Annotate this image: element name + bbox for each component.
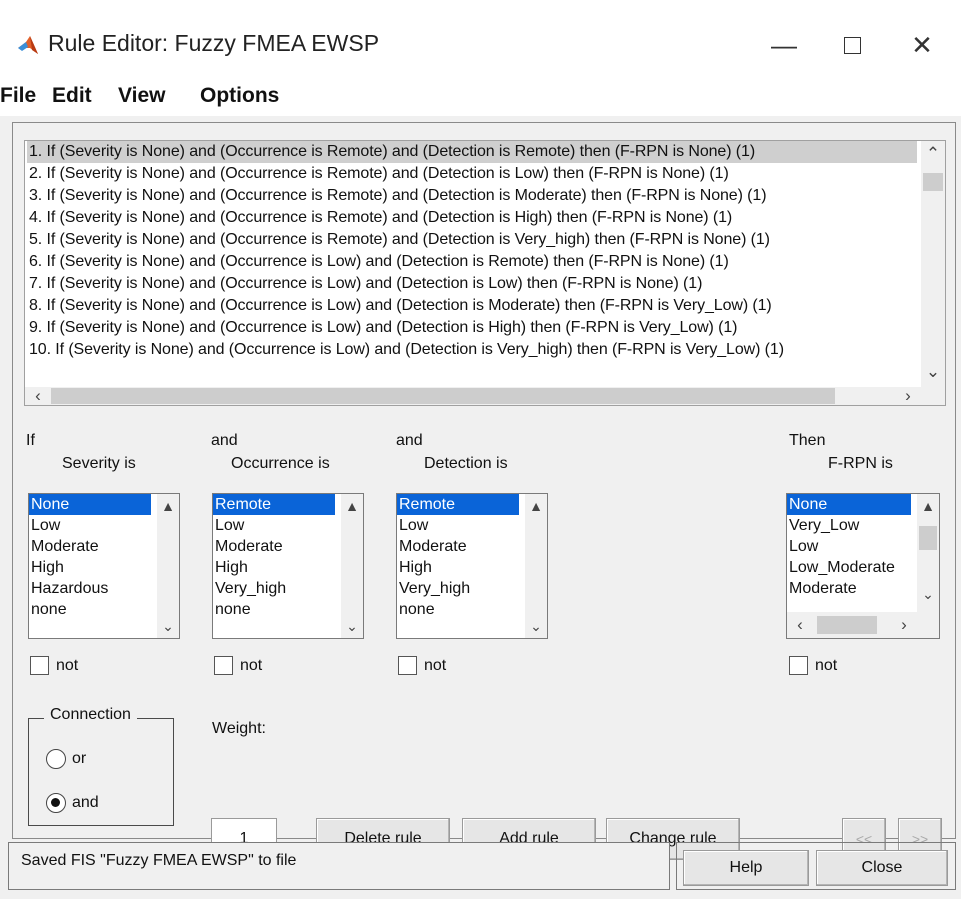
rules-vertical-thumb[interactable] <box>923 173 943 191</box>
rule-item[interactable]: 9. If (Severity is None) and (Occurrence… <box>27 317 917 339</box>
list-item[interactable]: None <box>787 494 911 515</box>
rule-item[interactable]: 5. If (Severity is None) and (Occurrence… <box>27 229 917 251</box>
connection-title: Connection <box>44 706 137 724</box>
scroll-left-icon[interactable]: ‹ <box>789 616 811 634</box>
frpn-horizontal-scrollbar[interactable]: ‹ › <box>787 612 939 638</box>
frpn-label: F-RPN is <box>828 455 893 472</box>
severity-not-checkbox[interactable] <box>30 656 49 675</box>
scroll-right-icon[interactable]: › <box>893 616 915 634</box>
detection-scrollbar[interactable]: ▲ ⌄ <box>525 494 547 638</box>
or-label: or <box>72 750 87 767</box>
list-item[interactable]: None <box>29 494 151 515</box>
severity-label: Severity is <box>62 455 136 472</box>
rules-vertical-scrollbar[interactable]: ⌃ ⌄ <box>921 141 945 387</box>
matlab-icon <box>18 36 38 54</box>
rule-item[interactable]: 10. If (Severity is None) and (Occurrenc… <box>27 339 917 361</box>
scroll-left-icon[interactable]: ‹ <box>27 387 49 405</box>
occurrence-scrollbar[interactable]: ▲ ⌄ <box>341 494 363 638</box>
rule-item[interactable]: 8. If (Severity is None) and (Occurrence… <box>27 295 917 317</box>
frpn-not-checkbox[interactable] <box>789 656 808 675</box>
occurrence-not-label: not <box>240 657 263 674</box>
and-label: and <box>396 432 423 449</box>
menu-view[interactable]: View <box>118 84 165 108</box>
detection-label: Detection is <box>424 455 508 472</box>
and-label: and <box>211 432 238 449</box>
frpn-not-label: not <box>815 657 838 674</box>
weight-label: Weight: <box>212 720 266 737</box>
rules-horizontal-scrollbar[interactable]: ‹ › <box>25 387 945 405</box>
and-radio-label: and <box>72 794 99 811</box>
frpn-listbox[interactable]: None Very_Low Low Low_Moderate Moderate … <box>786 493 940 639</box>
rule-item[interactable]: 1. If (Severity is None) and (Occurrence… <box>27 141 917 163</box>
scroll-right-icon[interactable]: › <box>897 387 919 405</box>
maximize-icon <box>843 36 861 54</box>
frpn-horizontal-thumb[interactable] <box>817 616 877 634</box>
scroll-up-icon[interactable]: ⌃ <box>922 145 944 163</box>
and-radio[interactable] <box>46 793 66 813</box>
rule-item[interactable]: 4. If (Severity is None) and (Occurrence… <box>27 207 917 229</box>
detection-not-label: not <box>424 657 447 674</box>
or-radio[interactable] <box>46 749 66 769</box>
occurrence-label: Occurrence is <box>231 455 330 472</box>
chevron-up-icon[interactable]: ▲ <box>158 498 178 514</box>
list-item[interactable]: Remote <box>213 494 335 515</box>
menu-file[interactable]: File <box>0 84 36 108</box>
menu-edit[interactable]: Edit <box>52 84 92 108</box>
detection-listbox[interactable]: Remote Low Moderate High Very_high none … <box>396 493 548 639</box>
occurrence-listbox[interactable]: Remote Low Moderate High Very_high none … <box>212 493 364 639</box>
rule-item[interactable]: 2. If (Severity is None) and (Occurrence… <box>27 163 917 185</box>
chevron-down-icon[interactable]: ⌄ <box>918 586 938 603</box>
close-button[interactable]: Close <box>816 850 948 886</box>
chevron-down-icon[interactable]: ⌄ <box>158 618 178 635</box>
maximize-button[interactable] <box>820 20 884 70</box>
rule-item[interactable]: 7. If (Severity is None) and (Occurrence… <box>27 273 917 295</box>
occurrence-not-checkbox[interactable] <box>214 656 233 675</box>
if-label: If <box>26 432 35 449</box>
window-title: Rule Editor: Fuzzy FMEA EWSP <box>48 30 380 56</box>
rule-item[interactable]: 6. If (Severity is None) and (Occurrence… <box>27 251 917 273</box>
chevron-down-icon[interactable]: ⌄ <box>526 618 546 635</box>
scroll-down-icon[interactable]: ⌄ <box>922 363 944 381</box>
radio-selected-dot <box>51 798 60 807</box>
severity-not-label: not <box>56 657 79 674</box>
help-button[interactable]: Help <box>683 850 809 886</box>
minimize-button[interactable]: — <box>752 20 816 70</box>
menu-options[interactable]: Options <box>200 84 279 108</box>
close-window-button[interactable]: ✕ <box>890 20 954 70</box>
rules-lines: 1. If (Severity is None) and (Occurrence… <box>27 141 917 387</box>
list-item[interactable]: Remote <box>397 494 519 515</box>
chevron-up-icon[interactable]: ▲ <box>342 498 362 514</box>
then-label: Then <box>789 432 826 449</box>
rules-horizontal-thumb[interactable] <box>51 388 835 404</box>
frpn-vertical-thumb[interactable] <box>919 526 937 550</box>
chevron-up-icon[interactable]: ▲ <box>918 498 938 514</box>
frpn-scrollbar[interactable]: ▲ ⌄ <box>917 494 939 612</box>
chevron-up-icon[interactable]: ▲ <box>526 498 546 514</box>
rule-item[interactable]: 3. If (Severity is None) and (Occurrence… <box>27 185 917 207</box>
severity-scrollbar[interactable]: ▲ ⌄ <box>157 494 179 638</box>
menu-bar: File Edit View Options <box>0 80 961 116</box>
status-text: Saved FIS "Fuzzy FMEA EWSP" to file <box>8 842 670 890</box>
chevron-down-icon[interactable]: ⌄ <box>342 618 362 635</box>
rules-listbox[interactable]: 1. If (Severity is None) and (Occurrence… <box>24 140 946 406</box>
severity-listbox[interactable]: None Low Moderate High Hazardous none ▲ … <box>28 493 180 639</box>
detection-not-checkbox[interactable] <box>398 656 417 675</box>
